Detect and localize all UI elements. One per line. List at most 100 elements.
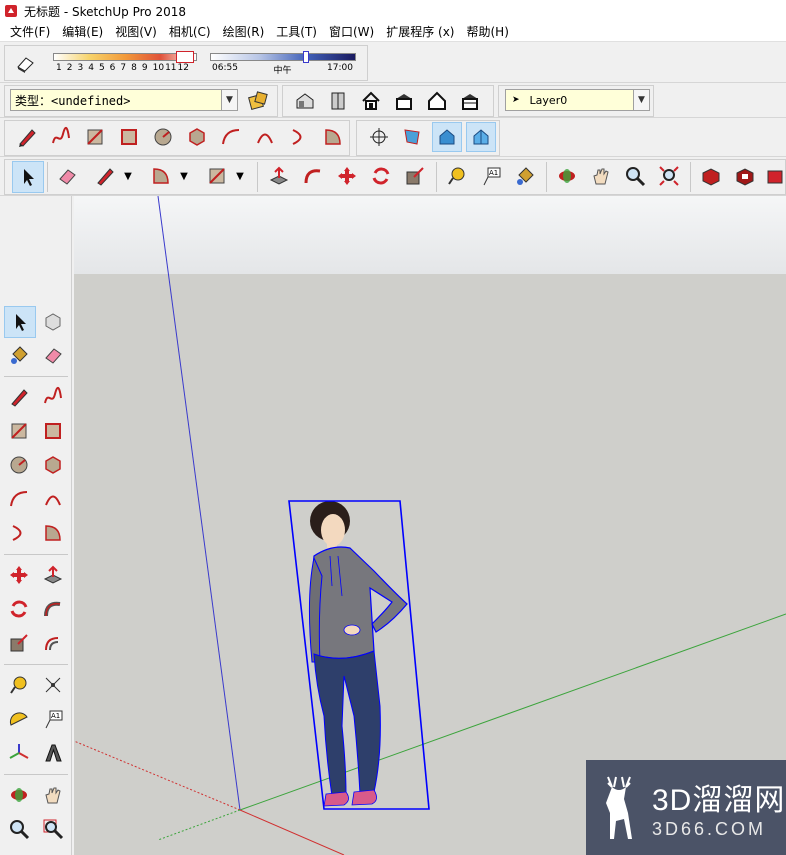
layer-selector[interactable]: ➤ Layer0	[505, 89, 650, 111]
orbit-tool-button[interactable]	[6, 782, 32, 808]
freehand-tool-button[interactable]	[40, 384, 66, 410]
menu-window[interactable]: 窗口(W)	[323, 23, 380, 40]
select-tool-button[interactable]	[12, 161, 44, 193]
make-component-button[interactable]	[40, 308, 66, 334]
blue-house-icon	[439, 129, 455, 145]
paint-bucket-button[interactable]	[6, 342, 32, 368]
push-pull-button[interactable]	[40, 562, 66, 588]
circle-tool-button[interactable]	[6, 452, 32, 478]
pencil-menu-arrow[interactable]: ▼	[120, 163, 136, 189]
scale-tool-button[interactable]	[402, 163, 428, 189]
rotated-rectangle-button[interactable]	[40, 418, 66, 444]
eraser-tool-button[interactable]	[54, 163, 80, 189]
shape-dropdown-button[interactable]	[204, 163, 230, 189]
pie-icon	[153, 168, 169, 184]
rotate-tool-button[interactable]	[368, 163, 394, 189]
warehouse-button[interactable]	[698, 163, 724, 189]
menu-draw[interactable]: 绘图(R)	[217, 23, 271, 40]
entity-type-field[interactable]: 类型：<undefined>	[10, 89, 238, 111]
scale-tool-button[interactable]	[6, 630, 32, 656]
move-tool-button[interactable]	[334, 163, 360, 189]
scale-icon	[10, 634, 28, 652]
pencil-dropdown-button[interactable]	[92, 163, 118, 189]
rotated-rectangle-button[interactable]	[116, 124, 142, 150]
menu-file[interactable]: 文件(F)	[4, 23, 56, 40]
menu-tools[interactable]: 工具(T)	[270, 23, 323, 40]
axes-tool-button[interactable]	[6, 740, 32, 766]
month-slider-handle[interactable]	[176, 51, 194, 63]
menu-view[interactable]: 视图(V)	[109, 23, 163, 40]
time-slider[interactable]	[210, 53, 356, 61]
menu-extensions[interactable]: 扩展程序 (x)	[380, 23, 460, 40]
pan-tool-button[interactable]	[588, 163, 614, 189]
menu-edit[interactable]: 编辑(E)	[56, 23, 109, 40]
model-viewport[interactable]	[74, 196, 786, 855]
scene-canvas	[74, 196, 786, 855]
time-slider-handle[interactable]	[303, 51, 309, 63]
position-camera-button[interactable]	[366, 124, 392, 150]
zoom-tool-button[interactable]	[622, 163, 648, 189]
polygon-tool-button[interactable]	[40, 452, 66, 478]
menu-camera[interactable]: 相机(C)	[163, 23, 217, 40]
polygon-tool-button[interactable]	[184, 124, 210, 150]
axes-icon	[9, 744, 29, 759]
rectangle-tool-button[interactable]	[82, 124, 108, 150]
arc-tool-button[interactable]	[6, 486, 32, 512]
menu-help[interactable]: 帮助(H)	[460, 23, 514, 40]
person-figure[interactable]	[308, 501, 408, 807]
three-point-arc-button[interactable]	[286, 124, 312, 150]
arc-dropdown-button[interactable]	[148, 163, 174, 189]
section-plane-button[interactable]	[466, 122, 496, 152]
line-tool-button[interactable]	[6, 384, 32, 410]
push-pull-icon	[269, 166, 289, 185]
arc-tool-button[interactable]	[218, 124, 244, 150]
view-left-button[interactable]	[457, 88, 483, 114]
view-back-button[interactable]	[424, 88, 450, 114]
extension-warehouse-button[interactable]	[732, 163, 758, 189]
pie-tool-button[interactable]	[40, 520, 66, 546]
layer-dropdown[interactable]: ▼	[633, 90, 649, 110]
protractor-button[interactable]	[6, 706, 32, 732]
two-point-arc-button[interactable]	[40, 486, 66, 512]
view-front-button[interactable]	[358, 88, 384, 114]
follow-me-button[interactable]	[40, 596, 66, 622]
move-tool-button[interactable]	[6, 562, 32, 588]
view-top-button[interactable]	[325, 88, 351, 114]
component-browser-button[interactable]	[245, 88, 271, 114]
look-around-button[interactable]	[432, 122, 462, 152]
push-pull-button[interactable]	[266, 163, 292, 189]
eraser-tool-button[interactable]	[40, 342, 66, 368]
paint-bucket-button[interactable]	[512, 163, 538, 189]
circle-tool-button[interactable]	[150, 124, 176, 150]
select-tool-button[interactable]	[4, 306, 36, 338]
zoom-window-button[interactable]	[40, 816, 66, 842]
walk-button[interactable]	[399, 124, 425, 150]
3d-text-button[interactable]	[40, 740, 66, 766]
two-point-arc-button[interactable]	[252, 124, 278, 150]
pie-tool-button[interactable]	[320, 124, 346, 150]
tape-measure-button[interactable]	[6, 672, 32, 698]
text-tool-button[interactable]: A1	[478, 163, 504, 189]
shadow-toggle-button[interactable]	[12, 50, 38, 76]
entity-type-dropdown[interactable]: ▼	[221, 90, 237, 110]
zoom-tool-button[interactable]	[6, 816, 32, 842]
arc-menu-arrow[interactable]: ▼	[176, 163, 192, 189]
toolbar-separator	[4, 664, 68, 665]
view-right-button[interactable]	[391, 88, 417, 114]
view-iso-button[interactable]	[292, 88, 318, 114]
shape-menu-arrow[interactable]: ▼	[232, 163, 248, 189]
rectangle-tool-button[interactable]	[6, 418, 32, 444]
line-tool-button[interactable]	[14, 124, 40, 150]
freehand-tool-button[interactable]	[48, 124, 74, 150]
three-point-arc-button[interactable]	[6, 520, 32, 546]
rotate-tool-button[interactable]	[6, 596, 32, 622]
dimension-tool-button[interactable]	[40, 672, 66, 698]
orbit-tool-button[interactable]	[554, 163, 580, 189]
zoom-extents-button[interactable]	[656, 163, 682, 189]
follow-me-button[interactable]	[300, 163, 326, 189]
layout-button[interactable]	[764, 163, 786, 189]
text-tool-button[interactable]: A1	[40, 706, 66, 732]
tape-measure-button[interactable]	[444, 163, 470, 189]
pan-tool-button[interactable]	[40, 782, 66, 808]
offset-tool-button[interactable]	[40, 630, 66, 656]
